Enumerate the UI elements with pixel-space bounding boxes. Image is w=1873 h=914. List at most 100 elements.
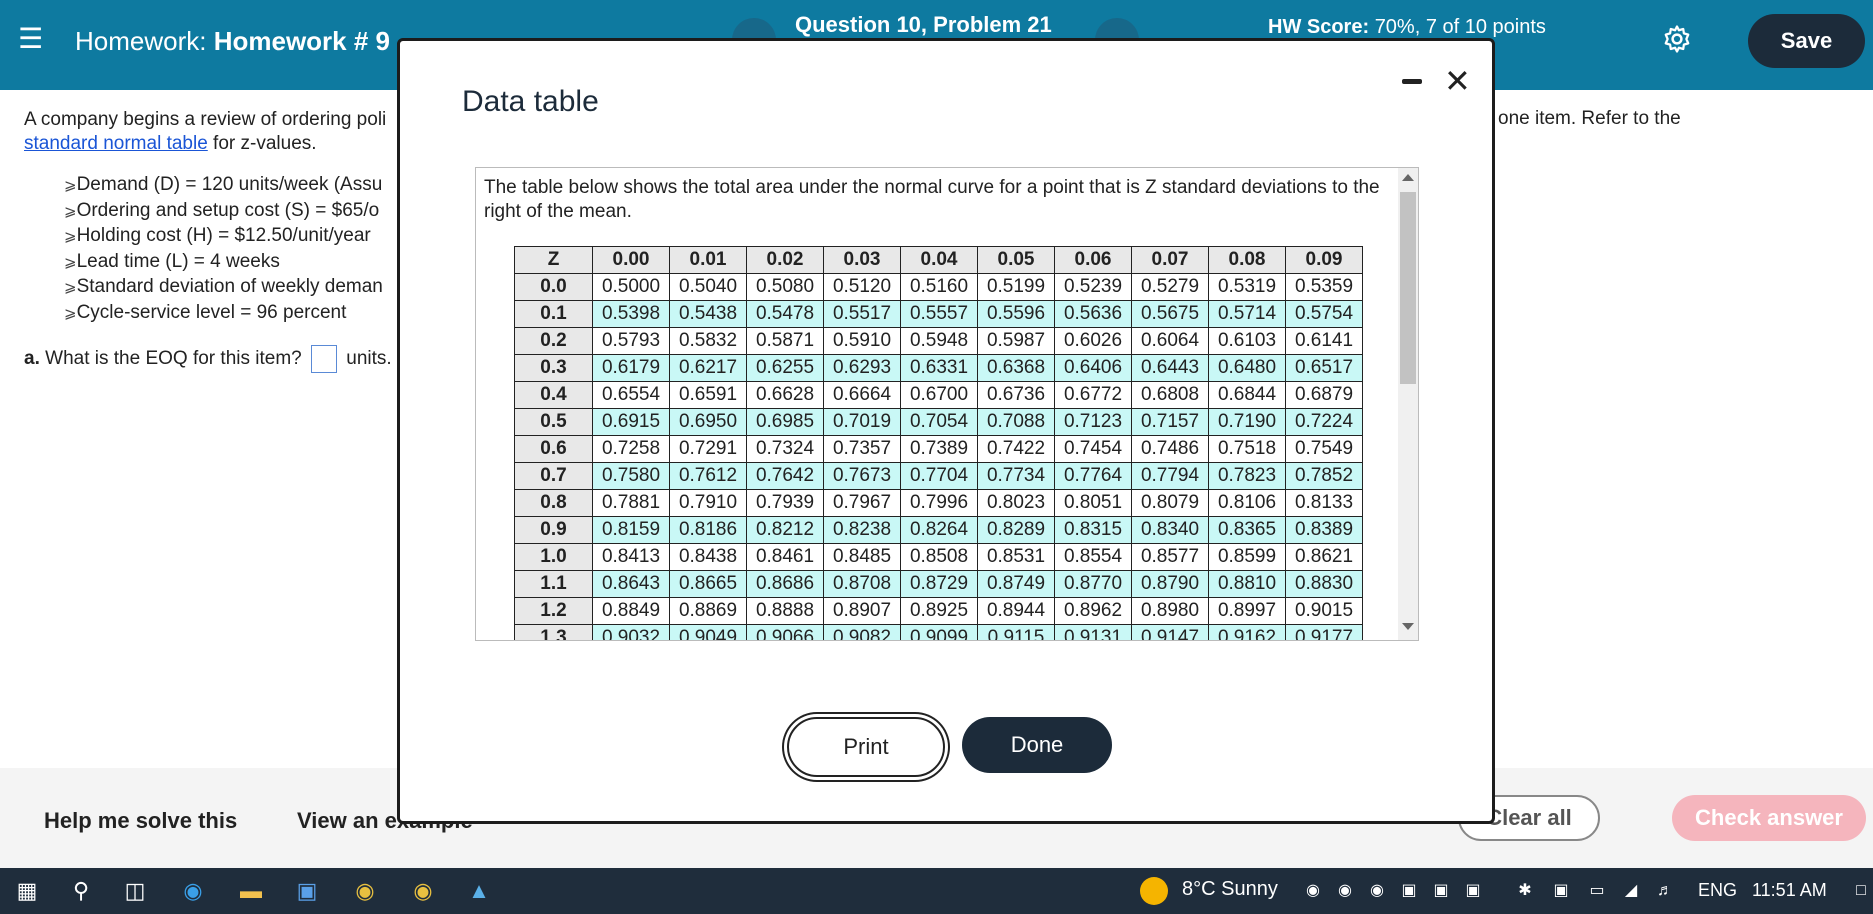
scrollbar-thumb[interactable] — [1400, 192, 1416, 384]
store-icon[interactable]: ▣ — [292, 876, 322, 906]
table-cell: 0.6255 — [746, 354, 824, 382]
table-cell: 0.8365 — [1208, 516, 1286, 544]
scroll-up-arrow-icon[interactable] — [1402, 174, 1414, 181]
table-cell: 0.9099 — [900, 624, 978, 640]
close-icon[interactable]: ✕ — [1444, 61, 1471, 101]
weather-text[interactable]: 8°C Sunny — [1182, 878, 1278, 901]
table-cell: 0.5160 — [900, 273, 978, 301]
hamburger-menu-icon[interactable]: ☰ — [18, 25, 48, 53]
help-me-solve-button[interactable]: Help me solve this — [44, 808, 237, 834]
vertical-scrollbar[interactable] — [1398, 168, 1418, 640]
save-button[interactable]: Save — [1748, 14, 1865, 68]
table-cell: 0.5987 — [977, 327, 1055, 355]
standard-normal-table-link[interactable]: standard normal table — [24, 133, 208, 154]
gear-icon[interactable] — [1662, 24, 1692, 54]
edge-browser-icon[interactable]: ◉ — [178, 876, 208, 906]
chrome-profile-icon[interactable]: ◉ — [408, 876, 438, 906]
list-item: Ordering and setup cost (S) = $65/o — [64, 199, 404, 225]
battery-icon[interactable]: ▭ — [1582, 876, 1612, 906]
table-cell: 0.8554 — [1054, 543, 1132, 571]
homework-name[interactable]: Homework # 9 — [214, 26, 390, 56]
table-cell: 0.5910 — [823, 327, 901, 355]
check-answer-button[interactable]: Check answer — [1672, 795, 1866, 841]
table-row: 0.5 0.6915 0.6950 0.6985 0.7019 0.7054 0.7088 0… — [514, 408, 1363, 436]
table-cell: 0.5398 — [592, 300, 670, 328]
table-cell: 0.8315 — [1054, 516, 1132, 544]
table-cell: 0.7673 — [823, 462, 901, 490]
eoq-answer-input[interactable] — [311, 345, 338, 373]
table-cell: 0.8980 — [1131, 597, 1209, 625]
list-item: Standard deviation of weekly deman — [64, 275, 404, 301]
table-cell: 0.6736 — [977, 381, 1055, 409]
wifi-icon[interactable]: ◢ — [1616, 876, 1646, 906]
table-cell: 0.5832 — [669, 327, 747, 355]
table-cell: 0.5871 — [746, 327, 824, 355]
z-row-label: 0.1 — [514, 300, 593, 328]
done-button[interactable]: Done — [962, 717, 1112, 773]
table-row: 0.1 0.5398 0.5438 0.5478 0.5517 0.5557 0.5596 0… — [514, 300, 1363, 328]
table-cell: 0.6879 — [1285, 381, 1363, 409]
given-data-list: Demand (D) = 120 units/week (Assu Orderi… — [64, 173, 404, 326]
part-a-units: units. — [346, 348, 392, 370]
scroll-down-arrow-icon[interactable] — [1402, 623, 1414, 630]
search-icon[interactable]: ⚲ — [66, 876, 96, 906]
system-clock[interactable]: 11:51 AM — [1752, 880, 1827, 901]
data-table-scroll-panel[interactable]: The table below shows the total area und… — [475, 167, 1419, 641]
table-cell: 0.6517 — [1285, 354, 1363, 382]
homework-title: Homework: Homework # 9 — [75, 24, 390, 58]
part-a-text: What is the EOQ for this item? — [39, 348, 302, 370]
table-cell: 0.9032 — [592, 624, 670, 640]
table-cell: 0.6217 — [669, 354, 747, 382]
table-cell: 0.7704 — [900, 462, 978, 490]
file-explorer-icon[interactable]: ▬ — [236, 876, 266, 906]
table-cell: 0.7088 — [977, 408, 1055, 436]
table-cell: 0.9082 — [823, 624, 901, 640]
table-cell: 0.7019 — [823, 408, 901, 436]
tray-icon[interactable]: ◉ — [1362, 876, 1392, 906]
table-cell: 0.7612 — [669, 462, 747, 490]
table-cell: 0.9162 — [1208, 624, 1286, 640]
table-cell: 0.7123 — [1054, 408, 1132, 436]
language-indicator[interactable]: ENG — [1698, 880, 1737, 901]
windows-start-icon[interactable]: ▦ — [12, 876, 42, 906]
table-cell: 0.5793 — [592, 327, 670, 355]
table-cell: 0.8790 — [1131, 570, 1209, 598]
volume-icon[interactable]: ♬ — [1650, 876, 1680, 906]
tray-icon[interactable]: ▣ — [1426, 876, 1456, 906]
table-cell: 0.8944 — [977, 597, 1055, 625]
table-cell: 0.6808 — [1131, 381, 1209, 409]
tray-icon[interactable]: ◉ — [1330, 876, 1360, 906]
column-header: 0.08 — [1208, 246, 1286, 274]
table-cell: 0.7258 — [592, 435, 670, 463]
tray-icons[interactable]: ◉ — [1298, 876, 1328, 906]
table-cell: 0.7157 — [1131, 408, 1209, 436]
table-cell: 0.7054 — [900, 408, 978, 436]
table-cell: 0.5557 — [900, 300, 978, 328]
z-row-label: 1.1 — [514, 570, 593, 598]
table-cell: 0.7224 — [1285, 408, 1363, 436]
chrome-icon[interactable]: ◉ — [350, 876, 380, 906]
table-cell: 0.6026 — [1054, 327, 1132, 355]
table-cell: 0.7794 — [1131, 462, 1209, 490]
tray-icon[interactable]: ▣ — [1394, 876, 1424, 906]
notifications-icon[interactable]: □ — [1846, 876, 1873, 906]
tray-icon[interactable]: ▣ — [1458, 876, 1488, 906]
bluetooth-icon[interactable]: ✱ — [1510, 876, 1540, 906]
windows-taskbar: ▦ ⚲ ◫ ◉ ▬ ▣ ◉ ◉ ▲ 8°C Sunny ◉ ◉ ◉ ▣ ▣ ▣ … — [0, 868, 1873, 914]
display-icon[interactable]: ▣ — [1546, 876, 1576, 906]
question-title: Question 10, Problem 21 — [795, 12, 1052, 37]
table-cell: 0.8106 — [1208, 489, 1286, 517]
table-cell: 0.5319 — [1208, 273, 1286, 301]
table-cell: 0.6480 — [1208, 354, 1286, 382]
task-view-icon[interactable]: ◫ — [120, 876, 150, 906]
print-button[interactable]: Print — [787, 717, 945, 777]
minimize-icon[interactable] — [1402, 79, 1422, 84]
table-cell: 0.8159 — [592, 516, 670, 544]
table-cell: 0.8264 — [900, 516, 978, 544]
table-cell: 0.5040 — [669, 273, 747, 301]
column-header: 0.04 — [900, 246, 978, 274]
table-cell: 0.6985 — [746, 408, 824, 436]
photos-icon[interactable]: ▲ — [464, 876, 494, 906]
table-cell: 0.8508 — [900, 543, 978, 571]
table-cell: 0.6591 — [669, 381, 747, 409]
